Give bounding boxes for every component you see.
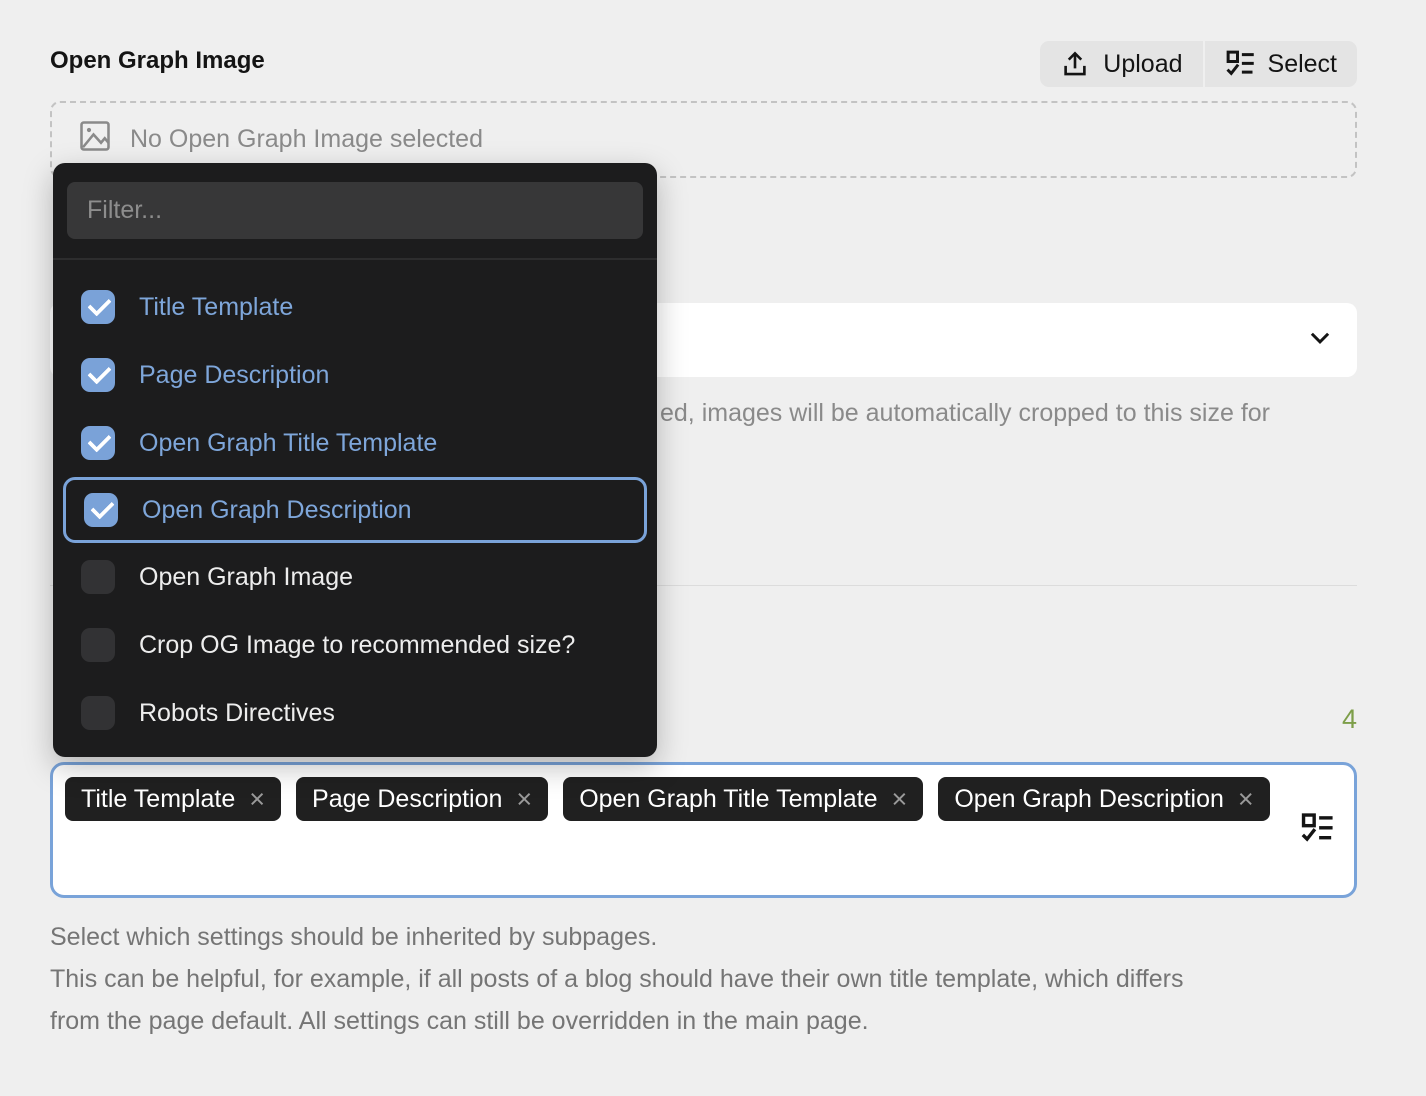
checkbox-unchecked[interactable] [81,628,115,662]
remove-tag-icon[interactable]: × [249,786,265,813]
option-label: Open Graph Description [142,496,412,525]
option-title-template[interactable]: Title Template [53,273,657,341]
checkbox-checked[interactable] [84,493,118,527]
tag-og-description: Open Graph Description × [938,777,1269,821]
option-label: Robots Directives [139,699,335,728]
remove-tag-icon[interactable]: × [516,786,532,813]
options-list: Title Template Page Description Open Gra… [53,273,657,747]
option-og-image[interactable]: Open Graph Image [53,543,657,611]
inherit-settings-multiselect[interactable]: Title Template × Page Description × Open… [50,762,1357,898]
remove-tag-icon[interactable]: × [892,786,908,813]
tag-title-template: Title Template × [65,777,281,821]
chevron-down-icon [1305,323,1335,358]
help-line: Select which settings should be inherite… [50,916,1183,958]
upload-button-label: Upload [1103,50,1182,79]
inherit-help-text: Select which settings should be inherite… [50,916,1183,1042]
field-label-open-graph-image: Open Graph Image [50,47,265,75]
option-crop-og-image[interactable]: Crop OG Image to recommended size? [53,611,657,679]
option-og-title-template[interactable]: Open Graph Title Template [53,409,657,477]
panel-divider [53,258,657,260]
upload-icon [1060,49,1090,79]
tag-label: Page Description [312,785,502,814]
option-og-description[interactable]: Open Graph Description [63,477,647,543]
remove-tag-icon[interactable]: × [1238,786,1254,813]
checkbox-unchecked[interactable] [81,560,115,594]
image-icon [77,118,113,161]
tag-label: Title Template [81,785,235,814]
option-page-description[interactable]: Page Description [53,341,657,409]
option-label: Page Description [139,361,329,390]
checklist-icon [1300,834,1334,849]
checklist-icon [1225,49,1255,79]
option-label: Crop OG Image to recommended size? [139,631,575,660]
checkbox-checked[interactable] [81,358,115,392]
tag-label: Open Graph Title Template [579,785,877,814]
checkbox-checked[interactable] [81,290,115,324]
upload-button[interactable]: Upload [1040,41,1202,87]
help-line: This can be helpful, for example, if all… [50,958,1183,1000]
tag-page-description: Page Description × [296,777,548,821]
filter-input[interactable] [67,182,643,239]
checkbox-checked[interactable] [81,426,115,460]
option-label: Title Template [139,293,293,322]
multiselect-dropdown-panel: Title Template Page Description Open Gra… [53,163,657,757]
option-robots-directives[interactable]: Robots Directives [53,679,657,747]
crop-help-text: ed, images will be automatically cropped… [660,399,1270,428]
select-button[interactable]: Select [1205,41,1357,87]
tag-og-title-template: Open Graph Title Template × [563,777,923,821]
help-line: from the page default. All settings can … [50,1000,1183,1042]
option-label: Open Graph Image [139,563,353,592]
select-button-label: Select [1268,50,1337,79]
dropzone-empty-text: No Open Graph Image selected [130,125,483,154]
selection-counter: 4 [1342,704,1357,735]
tag-label: Open Graph Description [954,785,1224,814]
og-image-actions: Upload Select [1040,41,1357,87]
option-label: Open Graph Title Template [139,429,437,458]
checkbox-unchecked[interactable] [81,696,115,730]
multiselect-toggle-button[interactable] [1300,812,1334,849]
